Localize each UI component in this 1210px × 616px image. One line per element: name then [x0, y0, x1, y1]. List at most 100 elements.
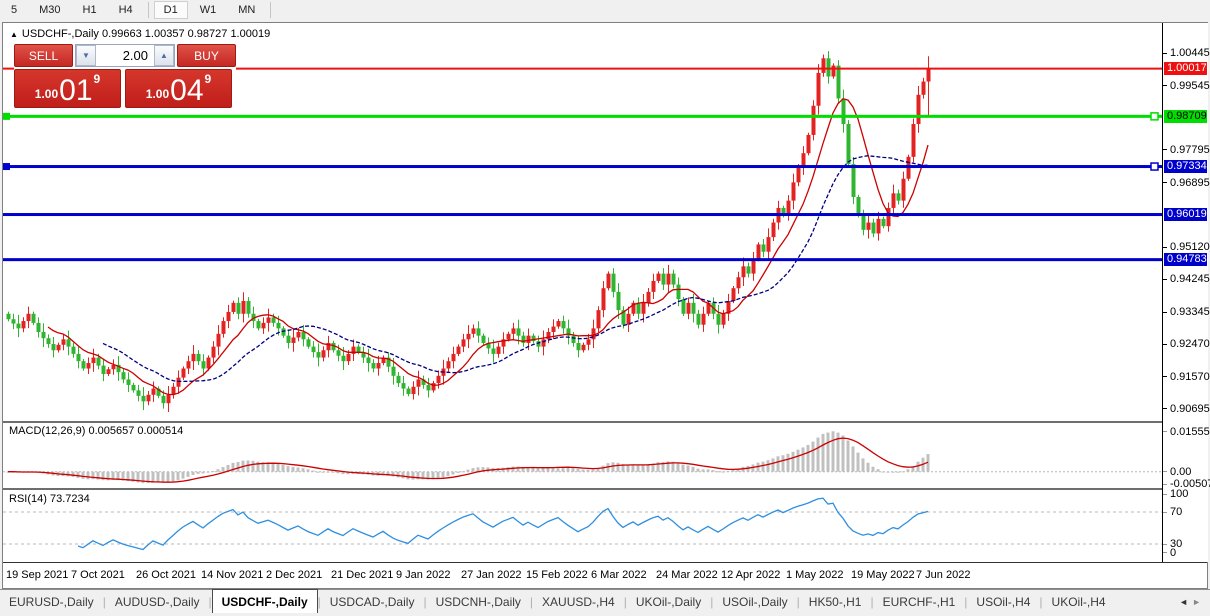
- ask-price-pips: 04: [170, 74, 204, 107]
- date-tick-label: 14 Nov 2021: [201, 569, 264, 581]
- price-tick-label: 0.95120: [1170, 241, 1210, 254]
- timeframe-button-w1[interactable]: W1: [190, 1, 227, 19]
- axis-tick: [1163, 431, 1167, 433]
- timeframe-button-d1[interactable]: D1: [153, 1, 188, 19]
- tab-eurusd-daily[interactable]: EURUSD-,Daily: [0, 590, 103, 613]
- axis-tick: [1163, 52, 1167, 54]
- sell-button[interactable]: SELL: [14, 44, 73, 67]
- timeframe-button-h1[interactable]: H1: [73, 1, 107, 19]
- date-tick-label: 6 Mar 2022: [591, 569, 647, 581]
- tab-usdcnh-daily[interactable]: USDCNH-,Daily: [427, 590, 530, 613]
- line-handle[interactable]: [1150, 112, 1159, 121]
- chart-window: ▲ USDCHF-,Daily 0.99663 1.00357 0.98727 1…: [2, 22, 1210, 589]
- volume-decrease-icon[interactable]: ▼: [76, 45, 96, 66]
- price-badge: 0.98709: [1164, 109, 1207, 123]
- tab-ukoil-h4[interactable]: UKOil-,H4: [1043, 590, 1115, 613]
- axis-tick: [1163, 343, 1167, 345]
- toolbar-separator: [270, 2, 272, 18]
- date-axis[interactable]: 19 Sep 2021 7 Oct 2021 26 Oct 2021 14 Nov 2…: [3, 563, 1162, 588]
- tab-eurchf-h1[interactable]: EURCHF-,H1: [874, 590, 965, 613]
- tab-usdcad-daily[interactable]: USDCAD-,Daily: [321, 590, 424, 613]
- date-tick-label: 19 May 2022: [851, 569, 915, 581]
- bid-price-pips: 01: [59, 74, 93, 107]
- date-tick-label: 26 Oct 2021: [136, 569, 196, 581]
- axis-tick: [1163, 311, 1167, 313]
- level-line[interactable]: [3, 213, 1162, 217]
- axis-tick: [1163, 471, 1167, 473]
- timeframe-button-m30[interactable]: M30: [29, 1, 70, 19]
- rsi-tick-label: 70: [1170, 506, 1183, 518]
- price-tick-label: 0.93345: [1170, 306, 1210, 319]
- line-handle[interactable]: [3, 112, 10, 120]
- bid-price-whole: 1.00: [34, 87, 59, 101]
- tab-usoil-h4[interactable]: USOil-,H4: [967, 590, 1039, 613]
- tab-audusd-daily[interactable]: AUDUSD-,Daily: [106, 590, 209, 613]
- price-tick-label: 0.94245: [1170, 273, 1210, 286]
- axis-tick: [1163, 182, 1167, 184]
- ask-price-whole: 1.00: [145, 87, 170, 101]
- axis-tick: [1163, 85, 1167, 87]
- axis-tick: [1163, 376, 1167, 378]
- volume-increase-icon[interactable]: ▲: [154, 45, 174, 66]
- date-tick-label: 12 Apr 2022: [721, 569, 781, 581]
- volume-input[interactable]: [96, 45, 154, 66]
- level-line[interactable]: [3, 114, 1162, 118]
- tab-usdchf-daily[interactable]: USDCHF-,Daily: [211, 589, 318, 613]
- date-tick-label: 15 Feb 2022: [526, 569, 588, 581]
- price-badge: 0.94783: [1164, 253, 1207, 267]
- date-tick-label: 1 May 2022: [786, 569, 844, 581]
- price-tick-label: 0.92470: [1170, 338, 1210, 351]
- timeframe-button-h4[interactable]: H4: [109, 1, 143, 19]
- rsi-tick-label: 100: [1170, 488, 1189, 501]
- level-line[interactable]: [3, 258, 1162, 262]
- line-handle[interactable]: [3, 163, 10, 171]
- tab-hk50-h1[interactable]: HK50-,H1: [800, 590, 871, 613]
- axis-tick: [1163, 149, 1167, 151]
- macd-label: MACD(12,26,9) 0.005657 0.000514: [9, 425, 184, 437]
- tab-ukoil-daily[interactable]: UKOil-,Daily: [627, 590, 710, 613]
- chart-tabs: EURUSD-,Daily | AUDUSD-,Daily | USDCHF-,Dail…: [0, 589, 1210, 616]
- volume-stepper: ▼ ▲: [75, 44, 175, 67]
- price-badge: 0.96019: [1164, 208, 1207, 222]
- tab-scroll-left-icon[interactable]: ◄: [1179, 597, 1192, 607]
- timeframe-button-5[interactable]: 5: [1, 1, 27, 19]
- macd-tick-label: 0.00: [1170, 465, 1192, 478]
- price-tick-label: 1.00445: [1170, 47, 1210, 59]
- macd-tick-label: 0.01555: [1170, 425, 1210, 438]
- line-handle[interactable]: [1150, 162, 1159, 171]
- tab-xauusd-h4[interactable]: XAUUSD-,H4: [533, 590, 624, 613]
- timeframe-button-mn[interactable]: MN: [228, 1, 265, 19]
- date-tick-label: 27 Jan 2022: [461, 569, 522, 581]
- date-tick-label: 7 Oct 2021: [71, 569, 125, 581]
- timeframe-toolbar: 5 M30 H1 H4 D1 W1 MN: [0, 0, 1210, 20]
- date-tick-label: 19 Sep 2021: [6, 569, 69, 581]
- buy-button[interactable]: BUY: [177, 44, 236, 67]
- chart-symbol-label: USDCHF-,Daily: [21, 28, 99, 40]
- panel-divider[interactable]: [3, 488, 1207, 490]
- toolbar-separator: [147, 2, 149, 18]
- level-line[interactable]: [3, 165, 1162, 169]
- mt4-window: 5 M30 H1 H4 D1 W1 MN ▲ USDCHF-,Daily 0.99663 1.…: [0, 0, 1210, 616]
- ask-price-pipette: 9: [204, 72, 212, 86]
- panel-divider[interactable]: [3, 421, 1207, 423]
- chart-title: ▲ USDCHF-,Daily 0.99663 1.00357 0.98727 1…: [10, 28, 270, 40]
- price-tick-label: 0.91570: [1170, 370, 1210, 383]
- date-tick-label: 24 Mar 2022: [656, 569, 718, 581]
- macd-histogram: [6, 431, 930, 484]
- tab-scroll-right-icon[interactable]: ►: [1192, 597, 1205, 607]
- axis-tick: [1163, 483, 1167, 485]
- date-tick-label: 2 Dec 2021: [266, 569, 323, 581]
- one-click-trading-panel: SELL ▼ ▲ BUY 1.00 01 9 1.00 04 9: [14, 44, 236, 110]
- ask-price-display[interactable]: 1.00 04 9: [125, 69, 232, 108]
- price-axis[interactable]: 1.00445 0.99545 0.97795 0.96895 0.95120 0.942…: [1162, 23, 1210, 562]
- price-tick-label: 0.90695: [1170, 402, 1210, 415]
- collapse-arrow-icon[interactable]: ▲: [10, 30, 18, 39]
- bid-price-pipette: 9: [93, 72, 101, 86]
- tab-usoil-daily[interactable]: USOil-,Daily: [713, 590, 796, 613]
- bid-price-display[interactable]: 1.00 01 9: [14, 69, 121, 108]
- tab-scroll-arrows: ◄►: [1179, 597, 1205, 607]
- price-badge: 1.00017: [1164, 62, 1207, 76]
- axis-tick: [1163, 408, 1167, 410]
- rsi-tick-label: 0: [1170, 546, 1177, 559]
- price-badge: 0.97334: [1164, 160, 1207, 174]
